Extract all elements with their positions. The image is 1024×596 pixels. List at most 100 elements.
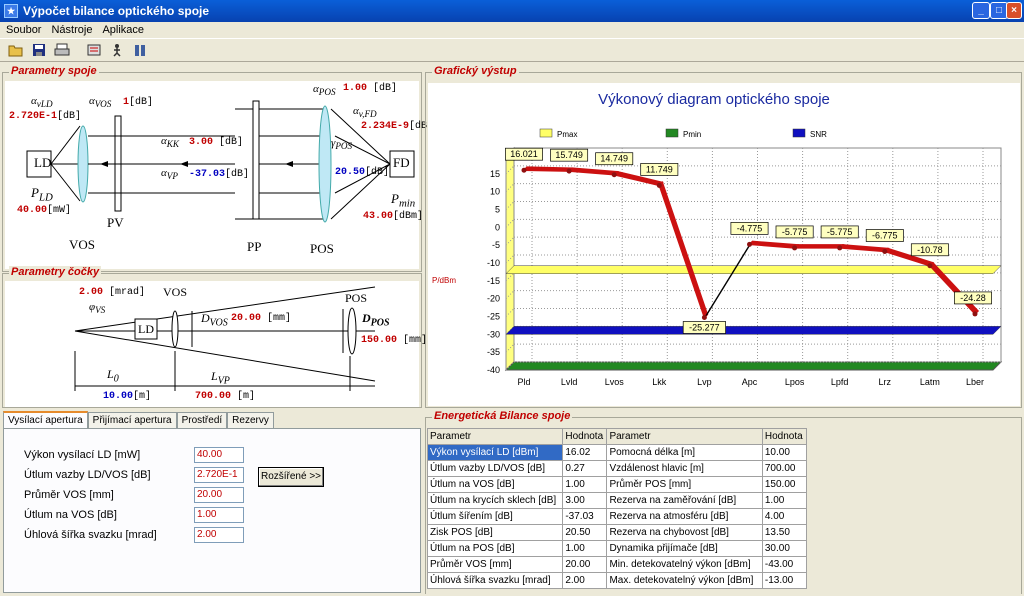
- table-cell[interactable]: Zisk POS [dB]: [426, 524, 564, 541]
- table-cell[interactable]: -13.00: [761, 572, 808, 589]
- data-label: -4.775: [737, 223, 763, 233]
- table-cell[interactable]: Min. detekovatelný výkon [dBm]: [606, 556, 763, 573]
- menu-nastroje[interactable]: Nástroje: [51, 24, 92, 36]
- run-icon[interactable]: [107, 41, 127, 59]
- table-row[interactable]: Útlum na POS [dB] 1.00 Dynamika přijímače …: [426, 540, 808, 557]
- table-cell[interactable]: Útlum vazby LD/VOS [dB]: [426, 460, 564, 477]
- data-point[interactable]: [656, 182, 662, 188]
- col-header-parametr-2[interactable]: Parametr: [606, 428, 763, 445]
- menu-aplikace[interactable]: Aplikace: [102, 24, 144, 36]
- col-header-hodnota-2[interactable]: Hodnota: [761, 428, 808, 445]
- table-cell[interactable]: Útlum na POS [dB]: [426, 540, 564, 557]
- print-icon[interactable]: [52, 41, 72, 59]
- table-cell[interactable]: Průměr POS [mm]: [606, 476, 763, 493]
- table-row[interactable]: Útlum na krycích sklech [dB] 3.00 Rezerva …: [426, 492, 808, 509]
- y-tick-label: -20: [487, 294, 500, 304]
- table-row[interactable]: Útlum na VOS [dB] 1.00 Průměr POS [mm] 150.…: [426, 476, 808, 493]
- reference-line-pmax: [505, 265, 1002, 274]
- table-cell[interactable]: 1.00: [761, 492, 808, 509]
- col-header-parametr[interactable]: Parametr: [426, 428, 564, 445]
- table-cell[interactable]: 3.00: [562, 492, 608, 509]
- table-cell[interactable]: 13.50: [761, 524, 808, 541]
- graph-group-title: Grafický výstup: [432, 65, 519, 77]
- vykon-input[interactable]: 40.00: [194, 447, 244, 463]
- p-min-symbol: Pmin: [391, 191, 416, 210]
- tab-prostredi[interactable]: Prostředí: [176, 412, 228, 429]
- data-point[interactable]: [792, 245, 798, 251]
- col-header-hodnota[interactable]: Hodnota: [562, 428, 608, 445]
- table-cell[interactable]: Útlum šířením [dB]: [426, 508, 564, 525]
- table-row[interactable]: Výkon vysílací LD [dBm] 16.02 Pomocná délk…: [426, 444, 808, 461]
- title-bar: ★ Výpočet bilance optického spoje _ □ ×: [0, 0, 1024, 22]
- table-cell[interactable]: 16.02: [562, 444, 608, 461]
- table-cell[interactable]: Dynamika přijímače [dB]: [606, 540, 763, 557]
- tab-prijimaci-apertura[interactable]: Přijímací apertura: [87, 412, 177, 429]
- table-cell[interactable]: 700.00: [761, 460, 808, 477]
- advanced-button[interactable]: Rozšířené >>: [258, 467, 324, 487]
- dvos-symbol: DVOS: [201, 311, 228, 329]
- data-point[interactable]: [611, 172, 617, 178]
- table-cell[interactable]: Max. detekovatelný výkon [dBm]: [606, 572, 763, 589]
- window-title: Výpočet bilance optického spoje: [23, 4, 210, 18]
- calculator-icon[interactable]: [84, 41, 104, 59]
- field-label-utlum-vos: Útlum na VOS [dB]: [24, 509, 117, 521]
- table-cell[interactable]: 150.00: [761, 476, 808, 493]
- table-cell[interactable]: Vzdálenost hlavic [m]: [606, 460, 763, 477]
- vos-label: VOS: [69, 237, 96, 252]
- open-icon[interactable]: [6, 41, 26, 59]
- data-label: 11.749: [646, 164, 673, 174]
- table-cell[interactable]: 20.00: [562, 556, 608, 573]
- table-cell[interactable]: -43.00: [761, 556, 808, 573]
- data-point[interactable]: [882, 248, 888, 254]
- table-cell[interactable]: Úhlová šířka svazku [mrad]: [426, 572, 564, 589]
- table-cell[interactable]: 2.00: [562, 572, 608, 589]
- table-cell[interactable]: Rezerva na zaměřování [dB]: [606, 492, 763, 509]
- table-cell[interactable]: 20.50: [562, 524, 608, 541]
- table-cell[interactable]: 0.27: [562, 460, 608, 477]
- series-segment: [792, 244, 845, 249]
- utlum-vazby-input[interactable]: 2.720E-1: [194, 467, 244, 483]
- data-point[interactable]: [837, 245, 843, 251]
- minimize-button[interactable]: _: [972, 2, 990, 19]
- y-tick-label: -15: [487, 276, 500, 286]
- table-cell[interactable]: 1.00: [562, 476, 608, 493]
- uhlova-sirka-input[interactable]: 2.00: [194, 527, 244, 543]
- data-point[interactable]: [701, 314, 707, 320]
- table-cell[interactable]: Výkon vysílací LD [dBm]: [426, 444, 564, 461]
- close-button[interactable]: ×: [1006, 2, 1022, 19]
- save-icon[interactable]: [29, 41, 49, 59]
- table-cell[interactable]: 1.00: [562, 540, 608, 557]
- table-row[interactable]: Zisk POS [dB] 20.50 Rezerva na chybovost […: [426, 524, 808, 541]
- y-tick-label: 0: [495, 222, 500, 232]
- params-group-title: Parametry spoje: [9, 65, 99, 77]
- table-cell[interactable]: -37.03: [562, 508, 608, 525]
- menu-soubor[interactable]: Soubor: [6, 24, 41, 36]
- data-point[interactable]: [566, 168, 572, 174]
- table-cell[interactable]: 4.00: [761, 508, 808, 525]
- x-tick-label: Lvos: [605, 377, 625, 387]
- table-cell[interactable]: Pomocná délka [m]: [606, 444, 763, 461]
- table-row[interactable]: Úhlová šířka svazku [mrad] 2.00 Max. detek…: [426, 572, 808, 589]
- table-cell[interactable]: Rezerva na chybovost [dB]: [606, 524, 763, 541]
- table-row[interactable]: Útlum vazby LD/VOS [dB] 0.27 Vzdálenost hl…: [426, 460, 808, 477]
- data-point[interactable]: [747, 241, 752, 247]
- table-cell[interactable]: 30.00: [761, 540, 808, 557]
- table-cell[interactable]: Útlum na krycích sklech [dB]: [426, 492, 564, 509]
- table-row[interactable]: Průměr VOS [mm] 20.00 Min. detekovatelný v…: [426, 556, 808, 573]
- utlum-vos-input[interactable]: 1.00: [194, 507, 244, 523]
- data-point[interactable]: [972, 311, 978, 317]
- prumer-vos-input[interactable]: 20.00: [194, 487, 244, 503]
- lens-pos-label: POS: [345, 291, 368, 305]
- data-point[interactable]: [927, 263, 933, 269]
- table-cell[interactable]: 10.00: [761, 444, 808, 461]
- data-point[interactable]: [521, 167, 527, 173]
- tab-rezervy[interactable]: Rezervy: [227, 412, 274, 429]
- a-kk-symbol: αKK: [161, 135, 179, 150]
- table-cell[interactable]: Průměr VOS [mm]: [426, 556, 564, 573]
- table-cell[interactable]: Rezerva na atmosféru [dB]: [606, 508, 763, 525]
- dvos-value: 20.00 [mm]: [231, 313, 292, 324]
- table-row[interactable]: Útlum šířením [dB] -37.03 Rezerva na atmos…: [426, 508, 808, 525]
- user-icon[interactable]: [130, 41, 150, 59]
- table-cell[interactable]: Útlum na VOS [dB]: [426, 476, 564, 493]
- tab-vysilaci-apertura[interactable]: Vysílací apertura: [3, 411, 88, 429]
